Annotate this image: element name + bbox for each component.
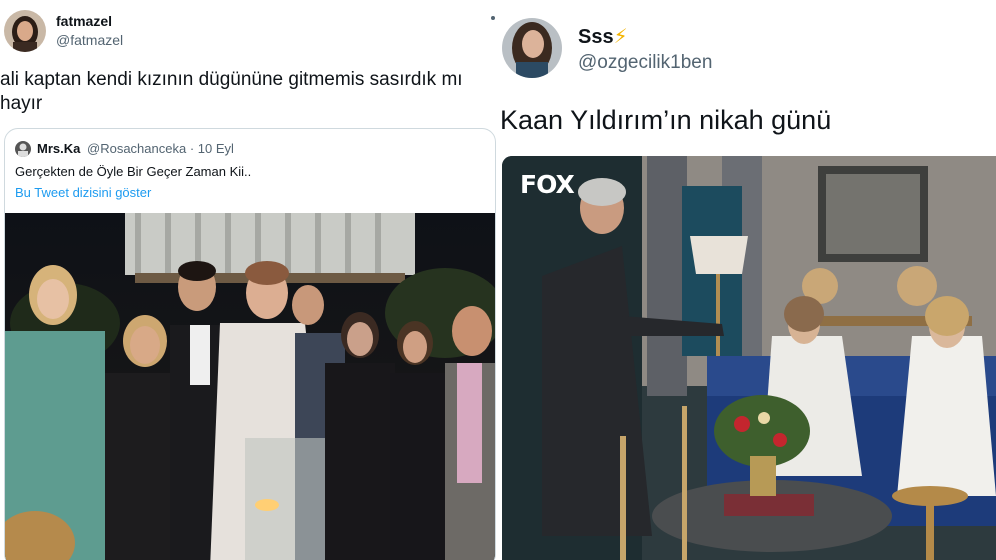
more-options-icon[interactable]: [491, 16, 495, 20]
quoted-author-name: Mrs.Ka: [37, 141, 81, 156]
show-thread-link[interactable]: Bu Tweet dizisini göster: [15, 185, 151, 200]
left-tweet: fatmazel @fatmazel ali kaptan kendi kızı…: [0, 0, 498, 560]
quoted-author-handle: @Rosachanceka · 10 Eyl: [87, 141, 234, 156]
right-tweet: Sss⚡ @ozgecilik1ben Kaan Yıldırım’ın nik…: [498, 0, 996, 560]
author-name[interactable]: fatmazel: [56, 13, 112, 29]
avatar[interactable]: [4, 10, 46, 52]
avatar-image: [4, 10, 46, 52]
avatar[interactable]: [502, 18, 562, 78]
avatar-image: [502, 18, 562, 78]
tweet-text: ali kaptan kendi kızının dügününe gitmem…: [0, 69, 463, 114]
tv-scene-photo[interactable]: FOX: [502, 156, 996, 560]
tweet-text: Kaan Yıldırım’ın nikah günü: [500, 105, 832, 135]
quoted-tweet-card[interactable]: Mrs.Ka @Rosachanceka · 10 Eyl Gerçekten …: [4, 128, 496, 560]
quoted-handle-text: @Rosachanceka: [87, 141, 187, 156]
author-name-text: Sss: [578, 26, 614, 48]
wedding-group-photo[interactable]: [5, 213, 496, 560]
quoted-date: 10 Eyl: [197, 141, 234, 156]
author-handle[interactable]: @fatmazel: [56, 32, 123, 48]
quoted-tweet-text: Gerçekten de Öyle Bir Geçer Zaman Kii..: [15, 164, 252, 179]
lightning-icon: ⚡: [613, 26, 628, 48]
author-handle[interactable]: @ozgecilik1ben: [578, 52, 712, 74]
separator-dot: ·: [189, 141, 198, 156]
quoted-avatar: [15, 141, 31, 157]
tv-wedding-scene: [502, 156, 996, 560]
fox-channel-logo: FOX: [520, 170, 575, 199]
author-name[interactable]: Sss⚡: [578, 24, 628, 49]
